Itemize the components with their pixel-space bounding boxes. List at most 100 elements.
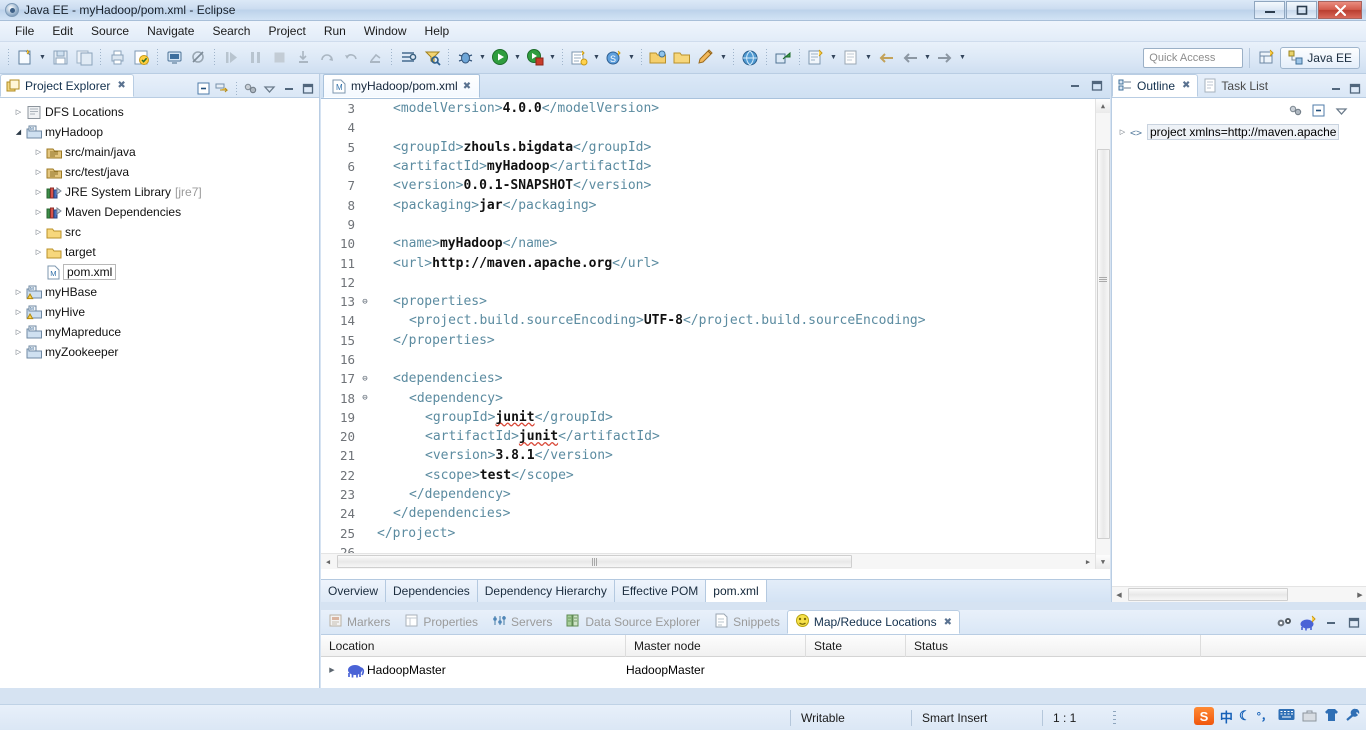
run-server-icon[interactable] (524, 47, 546, 69)
tree-item-dfs-locations[interactable]: ▷ DFS Locations (0, 102, 319, 122)
open-type-icon[interactable] (397, 47, 419, 69)
tree-item-pom-xml[interactable]: Mpom.xml (0, 262, 319, 282)
scroll-left-icon[interactable]: ◀ (1112, 587, 1126, 602)
bottom-panel-tabbar[interactable]: Markers Properties Servers Data Source Expl… (321, 610, 1366, 635)
minimize-view-icon[interactable] (280, 80, 297, 97)
view-menu-icon[interactable] (261, 80, 278, 97)
menu-source[interactable]: Source (82, 22, 138, 40)
scroll-left-icon[interactable]: ◀ (321, 554, 335, 569)
new-ejb-icon[interactable]: S (603, 47, 625, 69)
minimize-view-icon[interactable] (1327, 80, 1344, 97)
new-ejb-dropdown-icon[interactable]: ▼ (626, 47, 637, 69)
expand-arrow-icon[interactable]: ▷ (12, 288, 25, 296)
code-line[interactable]: 25 </project> (321, 524, 1110, 543)
new-wizard-icon[interactable] (14, 47, 36, 69)
tree-item-src[interactable]: ▷ src (0, 222, 319, 242)
outline-tree[interactable]: ▷ <> project xmlns=http://maven.apache (1112, 122, 1366, 142)
code-lines[interactable]: 3 <modelVersion>4.0.0</modelVersion> 4 5 <gr… (321, 99, 1110, 562)
code-line[interactable]: 17 ⊖ <dependencies> (321, 369, 1110, 388)
horizontal-scrollbar-thumb[interactable] (337, 555, 852, 568)
minimize-editor-icon[interactable] (1066, 77, 1083, 94)
tab-project-explorer[interactable]: Project Explorer ✖ (0, 74, 134, 97)
editor-page-tab-dependencies[interactable]: Dependencies (386, 580, 478, 602)
fold-collapse-icon[interactable]: ⊖ (359, 374, 371, 384)
code-line[interactable]: 19 <groupId>junit</groupId> (321, 408, 1110, 427)
editor-horizontal-scrollbar[interactable]: ◀ ▶ (321, 553, 1095, 569)
new-editor-dropdown-icon[interactable]: ▼ (828, 47, 839, 69)
tab-outline[interactable]: Outline ✖ (1112, 74, 1199, 97)
search-icon[interactable] (421, 47, 443, 69)
ime-punctuation-icon[interactable]: °， (1257, 708, 1272, 724)
column-header-state[interactable]: State (806, 634, 906, 657)
scroll-right-icon[interactable]: ▶ (1353, 587, 1366, 602)
bottom-tab-servers[interactable]: Servers (485, 610, 559, 634)
outline-horizontal-scrollbar[interactable]: ◀ ▶ (1112, 586, 1366, 602)
expand-arrow-icon[interactable]: ▷ (32, 168, 45, 176)
menu-edit[interactable]: Edit (43, 22, 82, 40)
edit-pencil-icon[interactable] (695, 47, 717, 69)
next-icon[interactable] (934, 47, 956, 69)
open-perspective-icon[interactable] (1256, 47, 1278, 69)
expand-arrow-icon[interactable]: ▷ (12, 308, 25, 316)
open-folder-icon[interactable] (647, 47, 669, 69)
vertical-scrollbar-thumb[interactable] (1097, 149, 1110, 539)
sort-icon[interactable] (1287, 102, 1304, 119)
run-server-dropdown-icon[interactable]: ▼ (547, 47, 558, 69)
code-line[interactable]: 21 <version>3.8.1</version> (321, 446, 1110, 465)
annotation-icon[interactable] (840, 47, 862, 69)
code-line[interactable]: 24 </dependencies> (321, 504, 1110, 523)
expand-arrow-icon[interactable]: ▷ (12, 348, 25, 356)
web-browser-icon[interactable] (739, 47, 761, 69)
code-line[interactable]: 13 ⊖ <properties> (321, 292, 1110, 311)
editor-page-tab-pom-xml[interactable]: pom.xml (706, 580, 767, 602)
tree-item-myzookeeper[interactable]: ▷ MmyZookeeper (0, 342, 319, 362)
menu-run[interactable]: Run (315, 22, 355, 40)
code-line[interactable]: 16 (321, 350, 1110, 369)
maximize-view-icon[interactable] (299, 80, 316, 97)
maximize-button[interactable] (1286, 1, 1317, 19)
code-line[interactable]: 11 <url>http://maven.apache.org</url> (321, 253, 1110, 272)
new-editor-icon[interactable] (805, 47, 827, 69)
maximize-view-icon[interactable] (1346, 80, 1363, 97)
expand-arrow-icon[interactable]: ▶ (321, 666, 343, 674)
bottom-tab-data-source-explorer[interactable]: Data Source Explorer (559, 610, 707, 634)
code-line[interactable]: 10 <name>myHadoop</name> (321, 234, 1110, 253)
code-line[interactable]: 5 <groupId>zhouls.bigdata</groupId> (321, 138, 1110, 157)
column-header-status[interactable]: Status (906, 634, 1201, 657)
close-icon[interactable]: ✖ (1182, 80, 1190, 91)
code-line[interactable]: 22 <scope>test</scope> (321, 466, 1110, 485)
menu-window[interactable]: Window (355, 22, 416, 40)
ime-skin-icon[interactable] (1324, 708, 1339, 725)
run-dropdown-icon[interactable]: ▼ (512, 47, 523, 69)
editor-page-tab-dependency-hierarchy[interactable]: Dependency Hierarchy (477, 580, 615, 602)
editor-vertical-scrollbar[interactable]: ▲ ▼ (1095, 99, 1110, 569)
code-editor[interactable]: 3 <modelVersion>4.0.0</modelVersion> 4 5 <gr… (321, 99, 1110, 569)
close-icon[interactable]: ✖ (117, 80, 125, 91)
code-line[interactable]: 12 (321, 273, 1110, 292)
next-dropdown-icon[interactable]: ▼ (957, 47, 968, 69)
code-line[interactable]: 23 </dependency> (321, 485, 1110, 504)
validate-icon[interactable] (130, 47, 152, 69)
fold-collapse-icon[interactable]: ⊖ (359, 393, 371, 403)
project-tree[interactable]: ▷ DFS Locations ◢ MmyHadoop ▷ src/main/java ▷ s… (0, 98, 319, 362)
tree-item-target[interactable]: ▷ target (0, 242, 319, 262)
ime-toolbox-icon[interactable] (1301, 708, 1318, 725)
sogou-logo-icon[interactable]: S (1193, 707, 1214, 725)
outline-item[interactable]: ▷ <> project xmlns=http://maven.apache (1112, 122, 1366, 142)
menu-navigate[interactable]: Navigate (138, 22, 203, 40)
tree-item-myhbase[interactable]: ▷ MmyHBase (0, 282, 319, 302)
code-line[interactable]: 20 <artifactId>junit</artifactId> (321, 427, 1110, 446)
close-button[interactable] (1318, 1, 1362, 19)
collapse-all-icon[interactable] (1310, 102, 1327, 119)
code-line[interactable]: 4 (321, 118, 1110, 137)
maximize-view-icon[interactable] (1345, 614, 1362, 631)
horizontal-scrollbar-thumb[interactable] (1128, 588, 1288, 601)
expand-arrow-icon[interactable]: ▷ (1116, 128, 1129, 136)
fold-collapse-icon[interactable]: ⊖ (359, 297, 371, 307)
code-line[interactable]: 14 <project.build.sourceEncoding>UTF-8</p… (321, 311, 1110, 330)
debug-dropdown-icon[interactable]: ▼ (477, 47, 488, 69)
ime-language-icon[interactable]: 中 (1220, 707, 1233, 726)
bottom-tab-properties[interactable]: Properties (397, 610, 485, 634)
new-hadoop-location-icon[interactable] (1299, 614, 1316, 631)
view-menu-icon[interactable] (1333, 102, 1350, 119)
